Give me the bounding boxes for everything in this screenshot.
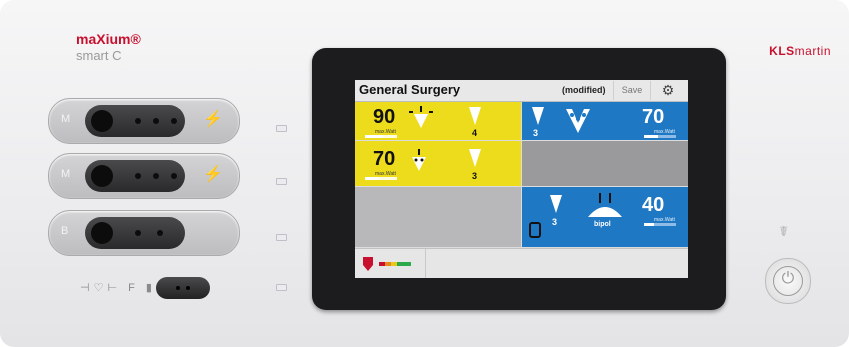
socket-plug: [85, 105, 185, 137]
instrument-count: 3: [472, 171, 478, 181]
instrument-tip-icon: [550, 195, 562, 213]
device-front-panel: maXium® smart C KLSmartin M ⚡ M ⚡ B ⊣♡⊢ …: [0, 0, 849, 347]
instrument-count: 4: [472, 128, 478, 138]
status-led-3: [276, 234, 287, 241]
manufacturer-name-part-b: martin: [794, 44, 831, 58]
save-button[interactable]: Save: [613, 81, 651, 100]
socket-plug: [85, 217, 185, 249]
power-bar: [644, 135, 676, 138]
power-bar-fill: [365, 177, 380, 180]
socket-pin: [171, 118, 177, 124]
socket-pin: [153, 173, 159, 179]
modified-status: (modified): [562, 85, 606, 95]
neutral-electrode-socket[interactable]: [156, 277, 210, 299]
socket-pin: [176, 286, 180, 290]
program-title: General Surgery: [359, 82, 461, 97]
power-value: 40: [642, 194, 665, 216]
manufacturer-logo: KLSmartin: [769, 44, 831, 58]
socket-label: M: [61, 113, 71, 125]
panel-monopolar-2-cut[interactable]: 70 max.Watt 3: [355, 141, 521, 186]
power-value: 70: [373, 148, 396, 170]
lightning-icon: ⚡: [203, 111, 223, 128]
instrument-tip-icon: [469, 107, 481, 125]
power-bar: [644, 223, 676, 226]
power-button[interactable]: ⏻: [765, 258, 811, 304]
socket-pin: [171, 173, 177, 179]
panel-monopolar-2-inactive: [522, 141, 688, 186]
panel-bipolar[interactable]: 3 bipol 40 max.Watt: [522, 187, 688, 247]
status-led-2: [276, 178, 287, 185]
socket-pin-main: [91, 110, 113, 132]
accessory-icon: ☤: [779, 223, 789, 239]
power-value: 70: [642, 106, 665, 128]
gear-icon[interactable]: ⚙: [653, 80, 683, 100]
panel-bipolar-left-inactive: [355, 187, 521, 247]
socket-monopolar-2[interactable]: M ⚡: [48, 153, 240, 199]
brand-model: smart C: [76, 48, 122, 63]
socket-label: M: [61, 168, 71, 180]
cut-mode-icon: [409, 106, 433, 128]
brand-name: maXium®: [76, 31, 141, 47]
footswitch-icon: [529, 222, 541, 238]
touch-screen: General Surgery (modified) Save ⚙ 90 max…: [355, 80, 688, 278]
power-icon: ⏻: [781, 270, 795, 287]
socket-plug: [85, 160, 185, 192]
lightning-icon: ⚡: [203, 166, 223, 183]
power-bar: [365, 135, 397, 138]
socket-pin: [153, 118, 159, 124]
socket-pin: [135, 173, 141, 179]
instrument-tip-icon: [532, 107, 544, 125]
instrument-count: 3: [552, 217, 558, 227]
status-separator: [425, 249, 426, 278]
socket-pin: [186, 286, 190, 290]
power-bar-fill: [644, 223, 654, 226]
bipolar-mode-label: bipol: [594, 221, 611, 228]
manufacturer-name-part-a: KLS: [769, 44, 795, 58]
blend-mode-icon: [412, 149, 426, 171]
socket-monopolar-1[interactable]: M ⚡: [48, 98, 240, 144]
socket-pin: [157, 230, 163, 236]
neutral-electrode-symbols: ⊣♡⊢ F ▮▮: [80, 282, 166, 294]
status-led-1: [276, 125, 287, 132]
socket-pin: [135, 118, 141, 124]
socket-pin-main: [91, 165, 113, 187]
socket-pin: [135, 230, 141, 236]
status-bar: [355, 248, 688, 278]
socket-bipolar[interactable]: B: [48, 210, 240, 256]
power-bar-fill: [365, 135, 383, 138]
socket-pin-main: [91, 222, 113, 244]
power-value: 90: [373, 106, 396, 128]
power-bar: [365, 177, 397, 180]
instrument-count: 3: [533, 128, 539, 138]
power-bar-fill: [644, 135, 659, 138]
status-led-4: [276, 284, 287, 291]
neutral-electrode-status-icon: [363, 257, 411, 271]
instrument-tip-icon: [469, 149, 481, 167]
screen-header: General Surgery (modified) Save ⚙: [355, 80, 688, 102]
spray-coag-icon: [566, 109, 590, 133]
panel-monopolar-1-coag[interactable]: 3 70 max.Watt: [522, 102, 688, 140]
bipolar-mode-icon: [588, 193, 622, 217]
panel-monopolar-1-cut[interactable]: 90 max.Watt 4: [355, 102, 521, 140]
brand-logo: maXium® smart C: [76, 32, 141, 62]
socket-label: B: [61, 225, 69, 237]
